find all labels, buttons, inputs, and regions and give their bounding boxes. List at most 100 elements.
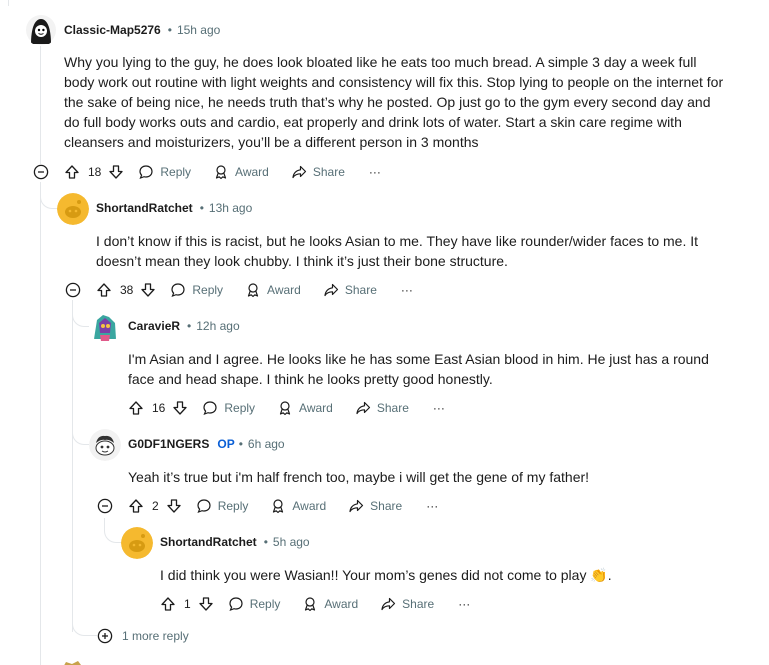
award-icon (279, 401, 291, 416)
share-button[interactable]: Share (323, 282, 377, 298)
award-button[interactable]: Award (302, 596, 358, 612)
thread-curve-more (72, 615, 97, 636)
thread-curve-3 (72, 420, 89, 445)
reply-label: Reply (192, 283, 224, 297)
thread-curve-4 (104, 518, 121, 543)
award-label: Award (235, 165, 269, 179)
award-label: Award (267, 283, 301, 297)
comment-bubble-icon (139, 165, 153, 180)
award-button[interactable]: Award (270, 498, 326, 514)
thread-curve-1 (40, 186, 57, 209)
separator-dot: • (238, 437, 243, 451)
character-avatar-icon (89, 311, 121, 343)
avatar-partial-icon (64, 661, 81, 665)
share-label: Share (344, 283, 377, 297)
thread-curve-2 (72, 304, 89, 327)
comment-bubble-icon (197, 499, 211, 514)
comment-actions: 38 Reply Award Share ··· (96, 280, 413, 300)
snoo-avatar-icon (121, 527, 153, 559)
reply-button[interactable]: Reply (170, 282, 223, 298)
avatar[interactable] (89, 311, 121, 343)
downvote-icon[interactable] (198, 596, 214, 612)
expand-plus-icon (97, 628, 113, 644)
comment-actions: 18 Reply Award Share ··· (64, 162, 381, 182)
comment-meta: ShortandRatchet • 5h ago (160, 535, 310, 549)
award-button[interactable]: Award (213, 164, 269, 180)
next-comment-avatar (60, 656, 86, 665)
comment-body: I'm Asian and I agree. He looks like he … (128, 351, 709, 387)
share-button[interactable]: Share (348, 498, 402, 514)
award-icon (247, 283, 259, 298)
comment-meta: G0DF1NGERS OP • 6h ago (128, 437, 285, 451)
award-button[interactable]: Award (277, 400, 333, 416)
thread-line-top (8, 0, 9, 6)
vote-count: 18 (88, 165, 102, 179)
more-options-button[interactable]: ··· (426, 499, 438, 513)
award-button[interactable]: Award (245, 282, 301, 298)
timestamp[interactable]: 13h ago (209, 201, 252, 215)
award-icon (215, 165, 227, 180)
reply-button[interactable]: Reply (202, 400, 255, 416)
downvote-icon[interactable] (140, 282, 156, 298)
reply-button[interactable]: Reply (138, 164, 191, 180)
share-label: Share (370, 499, 403, 513)
avatar[interactable] (121, 527, 153, 559)
collapse-thread-icon[interactable] (33, 164, 49, 180)
upvote-icon[interactable] (128, 400, 144, 416)
collapse-thread-icon[interactable] (97, 498, 113, 514)
username[interactable]: ShortandRatchet (160, 535, 257, 549)
collapse-thread-icon[interactable] (65, 282, 81, 298)
reply-button[interactable]: Reply (196, 498, 248, 514)
downvote-icon[interactable] (166, 498, 182, 514)
share-icon (292, 165, 306, 179)
username[interactable]: G0DF1NGERS (128, 437, 209, 451)
award-icon (305, 597, 316, 612)
upvote-icon[interactable] (96, 282, 112, 298)
comment-actions: 16 Reply Award Share ··· (128, 398, 445, 418)
comment-actions: 1 Reply Award Share ··· (160, 594, 470, 614)
comment-body: Why you lying to the guy, he does look b… (64, 54, 724, 150)
timestamp[interactable]: 6h ago (248, 437, 285, 451)
snoo-avatar-icon (57, 193, 89, 225)
reply-label: Reply (160, 165, 192, 179)
more-replies-button[interactable]: 1 more reply (97, 628, 189, 644)
timestamp[interactable]: 12h ago (196, 319, 239, 333)
more-replies-label: 1 more reply (122, 629, 189, 643)
op-badge: OP (217, 437, 235, 451)
separator-dot: • (187, 319, 192, 333)
downvote-icon[interactable] (108, 164, 124, 180)
vote-count: 38 (120, 283, 134, 297)
reply-label: Reply (224, 401, 256, 415)
avatar[interactable] (89, 429, 121, 461)
share-button[interactable]: Share (291, 164, 345, 180)
timestamp[interactable]: 5h ago (273, 535, 310, 549)
username[interactable]: CaravieR (128, 319, 180, 333)
more-options-button[interactable]: ··· (369, 165, 381, 179)
avatar[interactable] (25, 14, 57, 46)
share-icon (381, 597, 396, 611)
more-options-button[interactable]: ··· (401, 283, 413, 297)
more-options-button[interactable]: ··· (433, 401, 445, 415)
thread-line-l2 (72, 300, 73, 632)
comment-bubble-icon (203, 401, 217, 416)
upvote-icon[interactable] (160, 596, 176, 612)
more-options-button[interactable]: ··· (458, 597, 470, 611)
thread-line-root (40, 44, 41, 164)
share-button[interactable]: Share (380, 596, 434, 612)
vote-count: 2 (152, 499, 159, 513)
vote-count: 1 (184, 597, 191, 611)
award-icon (273, 499, 284, 514)
username[interactable]: ShortandRatchet (96, 201, 193, 215)
share-label: Share (312, 165, 345, 179)
share-button[interactable]: Share (355, 400, 409, 416)
thread-line-left (40, 182, 41, 665)
avatar[interactable] (57, 193, 89, 225)
downvote-icon[interactable] (172, 400, 188, 416)
username[interactable]: Classic-Map5276 (64, 23, 161, 37)
upvote-icon[interactable] (128, 498, 144, 514)
upvote-icon[interactable] (64, 164, 80, 180)
timestamp[interactable]: 15h ago (177, 23, 220, 37)
reply-button[interactable]: Reply (228, 596, 280, 612)
comment-body: Yeah it’s true but i'm half french too, … (128, 469, 590, 485)
vote-count: 16 (152, 401, 166, 415)
